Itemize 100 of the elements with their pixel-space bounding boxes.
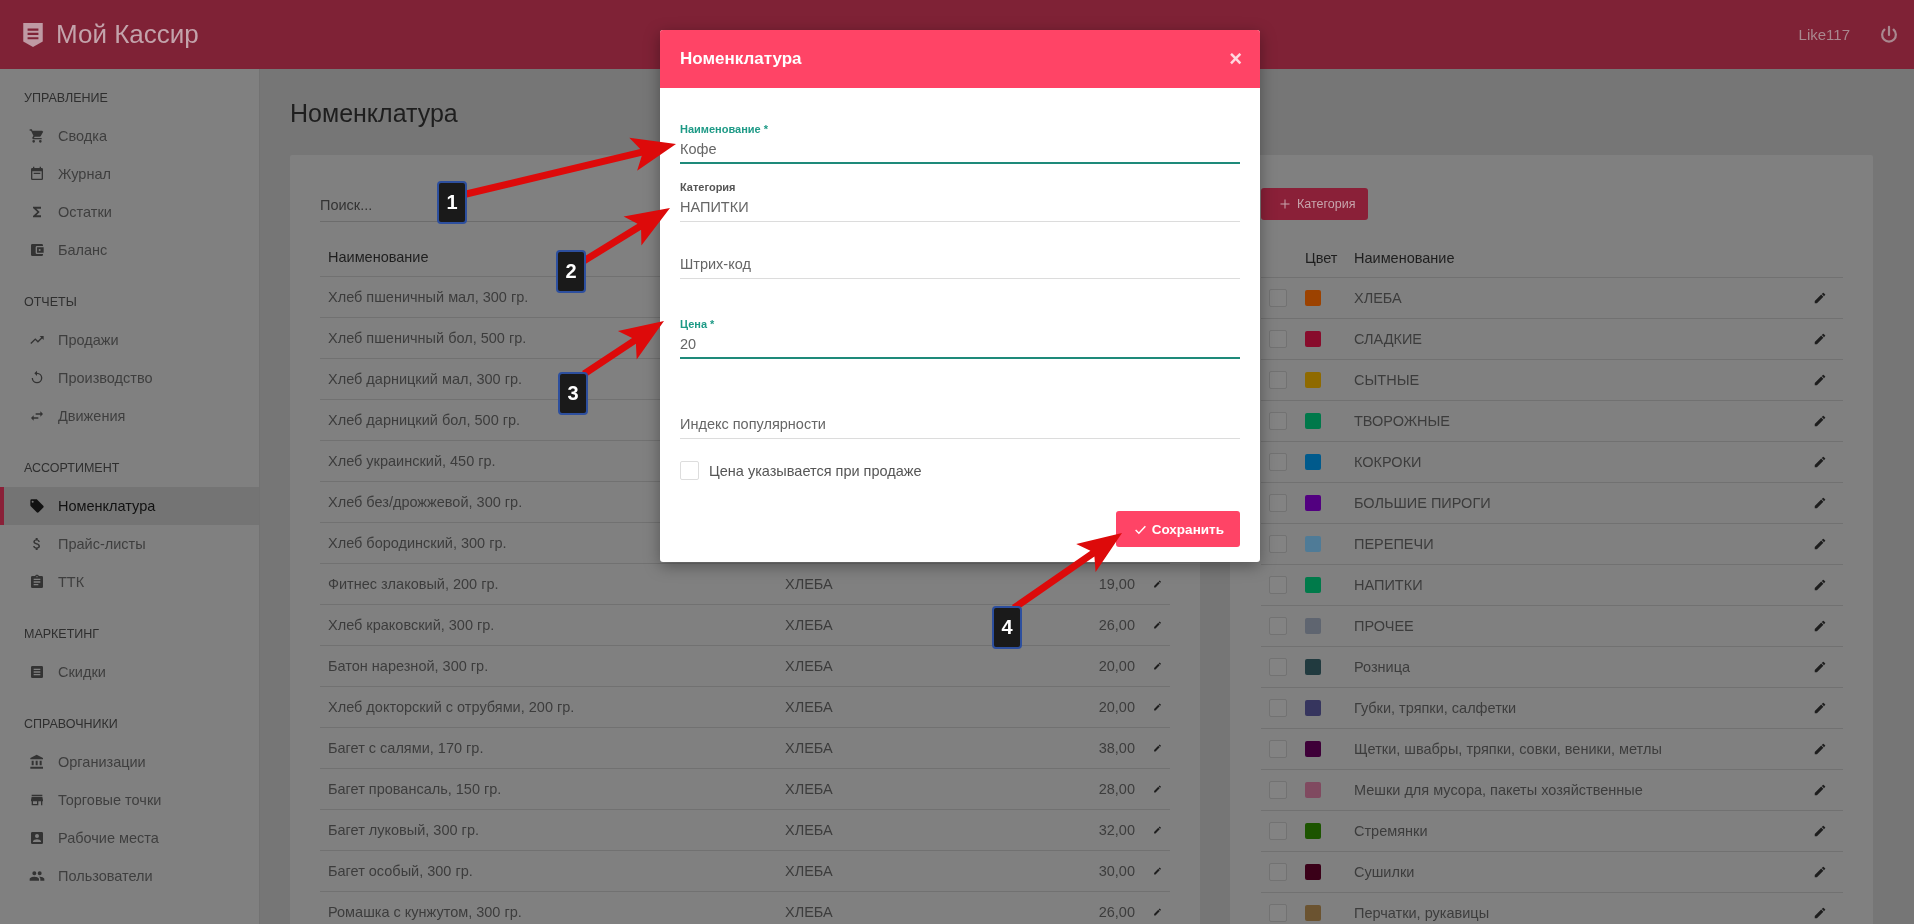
field-label: Наименование * bbox=[680, 123, 769, 135]
power-icon[interactable] bbox=[1878, 23, 1900, 46]
table-cell: ХЛЕБА bbox=[1354, 290, 1402, 306]
sidebar-item[interactable]: Остатки bbox=[0, 193, 259, 231]
table-cell: Батон нарезной, 300 гр. bbox=[328, 658, 489, 674]
input-field[interactable]: НАПИТКИ bbox=[680, 193, 1240, 222]
table-cell: СЫТНЫЕ bbox=[1354, 372, 1420, 388]
pencil-icon[interactable] bbox=[1813, 373, 1827, 387]
input-field[interactable]: 20 bbox=[680, 330, 1240, 359]
table-cell: ХЛЕБА bbox=[785, 740, 833, 756]
table-cell: ХЛЕБА bbox=[785, 781, 833, 797]
table-cell: СЛАДКИЕ bbox=[1354, 331, 1423, 347]
section-heading: УПРАВЛЕНИЕ bbox=[23, 90, 109, 107]
table-cell: ХЛЕБА bbox=[785, 576, 833, 592]
sidebar-item[interactable]: Производство bbox=[0, 359, 259, 397]
table-cell: Багет луковый, 300 гр. bbox=[328, 822, 479, 838]
pencil-icon[interactable] bbox=[1813, 701, 1827, 715]
input-field[interactable]: Кофе bbox=[680, 135, 1240, 164]
table-cell: 38,00 bbox=[1098, 740, 1135, 756]
table-cell: ПРОЧЕЕ bbox=[1354, 618, 1414, 634]
list-icon bbox=[29, 664, 45, 680]
table-cell: Розница bbox=[1354, 659, 1411, 675]
table-cell: 26,00 bbox=[1098, 904, 1135, 920]
section-heading: ОТЧЕТЫ bbox=[23, 294, 78, 311]
pencil-icon[interactable] bbox=[1813, 783, 1827, 797]
save-button[interactable]: Сохранить bbox=[1115, 511, 1240, 547]
table-cell: Губки, тряпки, салфетки bbox=[1354, 700, 1517, 716]
table-cell: Щетки, швабры, тряпки, совки, веники, метлы bbox=[1354, 741, 1662, 757]
table-cell: Багет особый, 300 гр. bbox=[328, 863, 473, 879]
pencil-icon[interactable] bbox=[1813, 906, 1827, 920]
sidebar-item[interactable]: Рабочие места bbox=[0, 819, 259, 857]
sidebar-item[interactable]: Номенклатура bbox=[0, 487, 259, 525]
people-icon bbox=[29, 868, 45, 884]
table-cell: Хлеб краковский, 300 гр. bbox=[328, 617, 495, 633]
number-badge: 2 bbox=[556, 250, 586, 293]
table-cell: ХЛЕБА bbox=[785, 822, 833, 838]
app-logo: Мой Кассир bbox=[56, 19, 199, 50]
sidebar-item[interactable]: Баланс bbox=[0, 231, 259, 269]
table-cell: 30,00 bbox=[1098, 863, 1135, 879]
table-cell: Багет провансаль, 150 гр. bbox=[328, 781, 502, 797]
sidebar-item[interactable]: Организации bbox=[0, 743, 259, 781]
sidebar-item[interactable]: Продажи bbox=[0, 321, 259, 359]
pencil-icon[interactable] bbox=[1813, 332, 1827, 346]
sidebar-item[interactable]: Журнал bbox=[0, 155, 259, 193]
input-field[interactable]: Индекс популярности bbox=[680, 410, 1240, 439]
table-cell: Мешки для мусора, пакеты хозяйственные bbox=[1354, 782, 1643, 798]
wallet-icon bbox=[29, 242, 45, 258]
sidebar-item[interactable]: Торговые точки bbox=[0, 781, 259, 819]
close-button[interactable]: × bbox=[1229, 48, 1242, 70]
table-cell: ТВОРОЖНЫЕ bbox=[1354, 413, 1450, 429]
table-cell: Хлеб бородинский, 300 гр. bbox=[328, 535, 507, 551]
pencil-icon[interactable] bbox=[1813, 496, 1827, 510]
table-cell: 20,00 bbox=[1098, 699, 1135, 715]
table-cell: ХЛЕБА bbox=[785, 863, 833, 879]
cart-icon bbox=[29, 128, 45, 144]
table-cell: Багет с салями, 170 гр. bbox=[328, 740, 484, 756]
input-field[interactable]: Штрих-код bbox=[680, 250, 1240, 279]
section-heading: СПРАВОЧНИКИ bbox=[23, 716, 119, 733]
pencil-icon[interactable] bbox=[1813, 619, 1827, 633]
table-cell: Ромашка с кунжутом, 300 гр. bbox=[328, 904, 522, 920]
user-name[interactable]: Like117 bbox=[1798, 26, 1850, 43]
sidebar-item[interactable]: Пользователи bbox=[0, 857, 259, 895]
plus-icon bbox=[1279, 198, 1291, 210]
table-cell: 20,00 bbox=[1098, 658, 1135, 674]
sidebar-item[interactable]: Прайс-листы bbox=[0, 525, 259, 563]
pencil-icon[interactable] bbox=[1813, 414, 1827, 428]
pencil-icon[interactable] bbox=[1813, 578, 1827, 592]
sidebar-item[interactable]: Скидки bbox=[0, 653, 259, 691]
add-category-button[interactable]: Категория bbox=[1261, 188, 1369, 220]
number-badge: 4 bbox=[992, 606, 1022, 649]
column-header: Наименование bbox=[1354, 249, 1456, 266]
table-cell: ХЛЕБА bbox=[785, 904, 833, 920]
bank-icon bbox=[29, 754, 45, 770]
pencil-icon[interactable] bbox=[1813, 824, 1827, 838]
sidebar-item[interactable]: Движения bbox=[0, 397, 259, 435]
table-cell: Хлеб без/дрожжевой, 300 гр. bbox=[328, 494, 523, 510]
store-icon bbox=[29, 792, 45, 808]
table-cell: Хлеб дарницкий мал, 300 гр. bbox=[328, 371, 523, 387]
sidebar-item[interactable]: ТТК bbox=[0, 563, 259, 601]
sidebar-item[interactable]: Сводка bbox=[0, 117, 259, 155]
dialog-title: Номенклатура bbox=[680, 49, 802, 69]
table-cell: КОКРОКИ bbox=[1354, 454, 1422, 470]
table-cell: 26,00 bbox=[1098, 617, 1135, 633]
pencil-icon[interactable] bbox=[1813, 660, 1827, 674]
table-cell: 28,00 bbox=[1098, 781, 1135, 797]
pencil-icon[interactable] bbox=[1813, 291, 1827, 305]
table-cell: Хлеб докторский с отрубями, 200 гр. bbox=[328, 699, 575, 715]
pencil-icon[interactable] bbox=[1813, 455, 1827, 469]
pencil-icon[interactable] bbox=[1813, 865, 1827, 879]
pencil-icon[interactable] bbox=[1813, 742, 1827, 756]
table-cell: Хлеб пшеничный мал, 300 гр. bbox=[328, 289, 529, 305]
table-cell: Хлеб пшеничный бол, 500 гр. bbox=[328, 330, 527, 346]
page-title: Номенклатура bbox=[290, 98, 458, 129]
badge-icon bbox=[29, 830, 45, 846]
table-cell: Хлеб украинский, 450 гр. bbox=[328, 453, 496, 469]
checkbox-label: Цена указывается при продаже bbox=[709, 462, 922, 479]
pencil-icon[interactable] bbox=[1813, 537, 1827, 551]
table-cell: НАПИТКИ bbox=[1354, 577, 1423, 593]
number-badge: 1 bbox=[437, 181, 467, 224]
number-badge: 3 bbox=[558, 372, 588, 415]
